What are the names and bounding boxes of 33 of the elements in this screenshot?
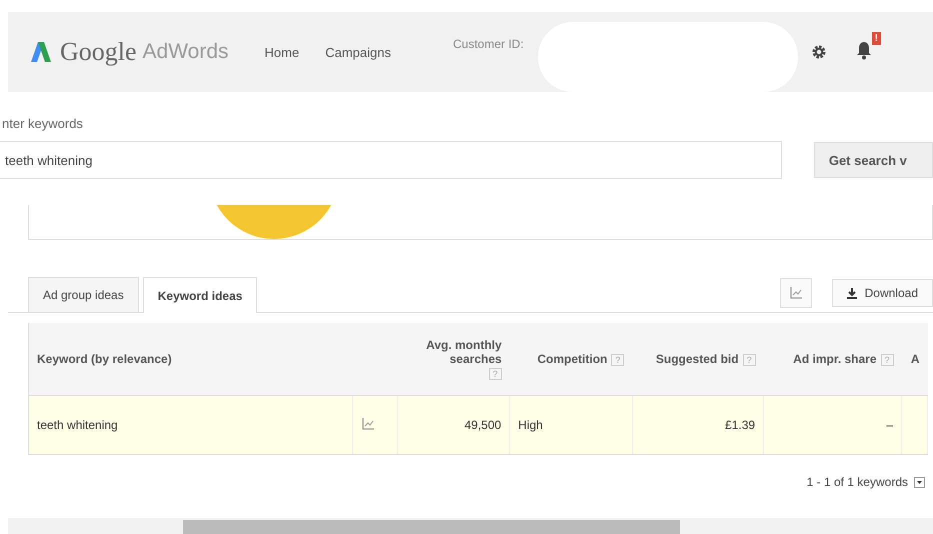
column-header[interactable]: Ad impr. share — [793, 352, 877, 366]
table-cell: £1.39 — [725, 418, 756, 432]
scrollbar-thumb[interactable] — [183, 520, 680, 534]
column-header[interactable]: Competition — [537, 352, 608, 366]
nav-link[interactable]: Home — [264, 44, 300, 60]
tab[interactable]: Ad group ideas — [28, 277, 139, 312]
logo-text: Google — [60, 37, 137, 67]
table-cell: – — [886, 418, 894, 432]
notification-badge: ! — [872, 32, 881, 44]
field-label: nter keywords — [2, 116, 84, 131]
download-icon — [846, 288, 857, 298]
get-search-volume-button[interactable]: Get search v — [814, 142, 933, 178]
trend-chart-icon[interactable] — [361, 416, 376, 430]
settings-icon[interactable] — [811, 44, 827, 60]
bell-icon[interactable] — [855, 40, 873, 60]
keyword-input-field[interactable]: teeth whitening — [0, 141, 782, 179]
chart-icon[interactable] — [788, 286, 803, 300]
product-name: AdWords — [142, 40, 229, 64]
table-cell: teeth whitening — [37, 418, 118, 432]
logo-icon — [30, 41, 52, 63]
table-cell: High — [518, 418, 543, 432]
column-header[interactable]: Avg. monthly searches — [406, 338, 502, 366]
dropdown-icon[interactable] — [914, 476, 925, 488]
column-header[interactable]: A — [910, 352, 920, 366]
column-header[interactable]: Keyword (by relevance) — [37, 352, 172, 366]
nav-link[interactable]: Campaigns — [325, 44, 391, 60]
scrollbar[interactable] — [8, 518, 933, 534]
pagination-text: 1 - 1 of 1 keywords — [806, 475, 908, 489]
tab[interactable]: Keyword ideas — [142, 277, 258, 313]
column-header[interactable]: Suggested bid — [656, 352, 739, 366]
download-button[interactable]: Download — [832, 279, 933, 307]
table-cell: 49,500 — [464, 418, 502, 432]
customer-id-label: Customer ID: — [452, 37, 524, 51]
